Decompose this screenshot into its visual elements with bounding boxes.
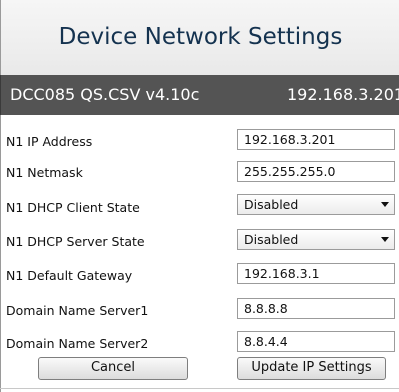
chevron-down-icon: [381, 202, 389, 207]
netmask-input[interactable]: 255.255.255.0: [237, 161, 395, 182]
netmask-label: N1 Netmask: [6, 165, 83, 180]
dhcp-server-value: Disabled: [244, 232, 299, 247]
config-name: DCC085 QS.CSV v4.10c: [10, 85, 200, 104]
dns1-input[interactable]: 8.8.8.8: [237, 298, 395, 319]
ip-address-input[interactable]: 192.168.3.201: [237, 129, 395, 150]
page-title: Device Network Settings: [58, 24, 343, 50]
ip-address-value: 192.168.3.201: [244, 132, 336, 147]
dns1-label: Domain Name Server1: [6, 303, 149, 318]
dhcp-server-select[interactable]: Disabled: [237, 229, 395, 250]
gateway-value: 192.168.3.1: [244, 266, 320, 281]
divider: [0, 388, 399, 389]
ip-address-label: N1 IP Address: [6, 134, 93, 149]
dhcp-client-value: Disabled: [244, 197, 299, 212]
device-ip: 192.168.3.201: [287, 85, 399, 104]
dns1-value: 8.8.8.8: [244, 301, 288, 316]
dhcp-client-label: N1 DHCP Client State: [6, 200, 140, 215]
gateway-input[interactable]: 192.168.3.1: [237, 263, 395, 284]
dhcp-client-select[interactable]: Disabled: [237, 194, 395, 215]
dns2-value: 8.8.4.4: [244, 334, 288, 349]
cancel-button[interactable]: Cancel: [38, 357, 188, 380]
dns2-input[interactable]: 8.8.4.4: [237, 331, 395, 352]
update-ip-settings-button[interactable]: Update IP Settings: [237, 357, 386, 380]
netmask-value: 255.255.255.0: [244, 164, 336, 179]
gateway-label: N1 Default Gateway: [6, 268, 133, 283]
title-bar: Device Network Settings: [0, 0, 399, 75]
device-info-bar: DCC085 QS.CSV v4.10c 192.168.3.201: [0, 75, 399, 115]
dhcp-server-label: N1 DHCP Server State: [6, 234, 145, 249]
dns2-label: Domain Name Server2: [6, 336, 149, 351]
chevron-down-icon: [381, 237, 389, 242]
